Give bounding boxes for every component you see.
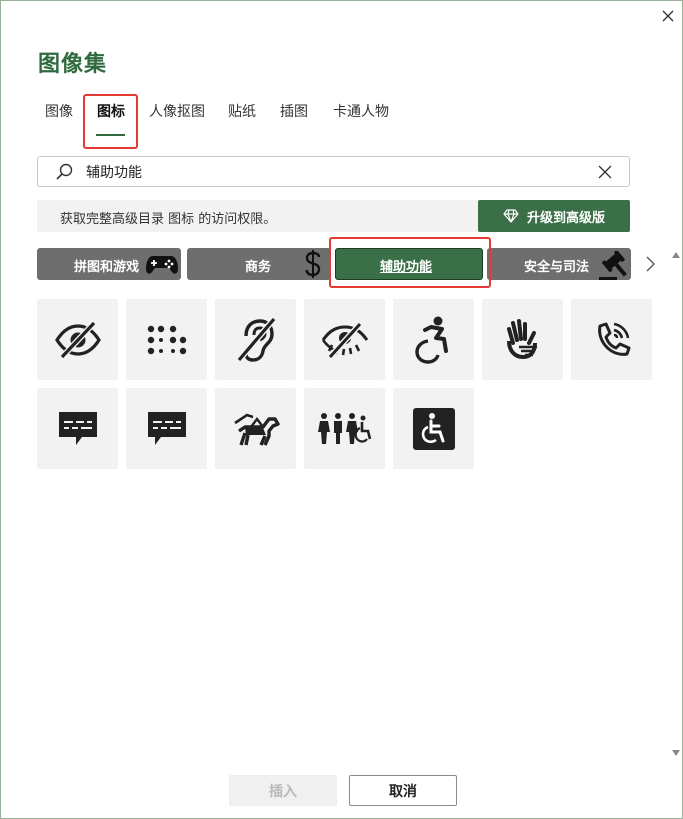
premium-banner: 获取完整高级目录 图标 的访问权限。 [37, 200, 482, 232]
tab-images[interactable]: 图像 [45, 101, 73, 121]
eye-slash-icon [54, 320, 101, 359]
close-icon [662, 10, 674, 22]
upgrade-button[interactable]: 升级到高级版 [478, 200, 630, 232]
icon-tile[interactable] [482, 299, 563, 380]
icon-tile[interactable] [304, 388, 385, 469]
active-wheelchair-icon [414, 316, 448, 364]
category-security-justice[interactable]: 安全与司法 [487, 248, 631, 280]
category-puzzles-games[interactable]: 拼图和游戏 [37, 248, 181, 280]
tab-illustrations[interactable]: 插图 [280, 101, 308, 121]
dialog-title: 图像集 [38, 52, 108, 77]
premium-banner-text: 获取完整高级目录 图标 的访问权限。 [60, 212, 277, 227]
guide-dog-icon [233, 413, 280, 446]
icon-tile[interactable] [37, 299, 118, 380]
tab-cutout-people[interactable]: 人像抠图 [149, 101, 205, 121]
accessible-restroom-icon [317, 412, 371, 444]
icon-tile[interactable] [304, 299, 385, 380]
category-business[interactable]: 商务 [187, 248, 331, 280]
tab-cartoon-people[interactable]: 卡通人物 [333, 101, 389, 121]
icon-tile[interactable] [37, 388, 118, 469]
hearing-impaired-icon [236, 316, 276, 362]
insert-button[interactable]: 插入 [229, 775, 337, 806]
scrollbar-track[interactable] [674, 263, 678, 743]
chevron-right-icon[interactable] [642, 254, 658, 274]
wheelchair-square-icon [412, 407, 455, 450]
search-input[interactable] [86, 161, 586, 183]
icon-tile[interactable] [215, 299, 296, 380]
icon-tile[interactable] [126, 299, 207, 380]
icon-tile[interactable] [393, 388, 474, 469]
diamond-icon [503, 209, 519, 223]
close-button[interactable] [657, 5, 679, 27]
icon-tile[interactable] [393, 299, 474, 380]
active-tab-indicator [96, 134, 125, 136]
tab-icons[interactable]: 图标 [97, 101, 125, 121]
sign-language-icon [506, 318, 537, 359]
image-collection-dialog: 图像集 图像 图标 人像抠图 贴纸 插图 卡通人物 获取完整高级目录 图标 的访… [0, 0, 683, 819]
captions-bubble-icon [147, 411, 186, 445]
category-carousel: 拼图和游戏 商务 辅助功能 安全与司法 [37, 248, 637, 280]
phone-volume-icon [597, 322, 630, 356]
braille-icon [147, 325, 186, 354]
cancel-button[interactable]: 取消 [349, 775, 457, 806]
category-label: 拼图和游戏 [74, 260, 140, 275]
upgrade-label: 升级到高级版 [526, 210, 605, 226]
tab-stickers[interactable]: 贴纸 [228, 101, 256, 121]
clear-search-icon[interactable] [597, 164, 613, 180]
category-label: 商务 [245, 260, 272, 275]
dollar-icon [305, 250, 321, 278]
icon-tile[interactable] [215, 388, 296, 469]
category-accessibility[interactable]: 辅助功能 [335, 248, 483, 280]
closed-captioning-icon [58, 411, 97, 445]
gamepad-icon [146, 256, 178, 274]
search-box [37, 156, 630, 187]
icon-tile[interactable] [126, 388, 207, 469]
category-label: 辅助功能 [380, 260, 433, 275]
category-label: 安全与司法 [524, 260, 590, 275]
icon-tile[interactable] [571, 299, 652, 380]
search-icon [56, 163, 73, 180]
gavel-icon [599, 251, 627, 280]
scroll-up-icon[interactable] [671, 250, 681, 260]
low-vision-icon [321, 321, 368, 359]
scroll-down-icon[interactable] [671, 748, 681, 758]
